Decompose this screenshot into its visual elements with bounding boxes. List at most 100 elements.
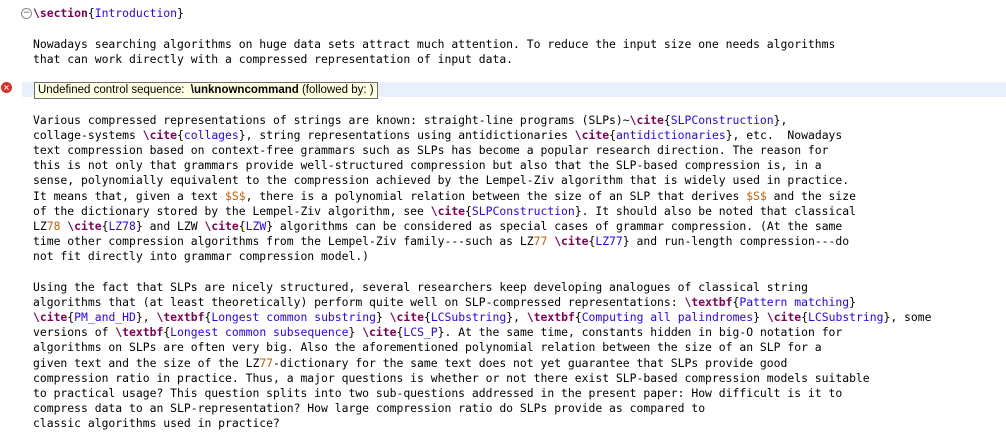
- latex-command: \cite: [204, 218, 239, 233]
- latex-argument: SLPConstruction: [471, 203, 575, 218]
- latex-command: \cite: [629, 113, 664, 127]
- error-message-prefix: Undefined control sequence:: [38, 84, 191, 96]
- latex-argument: LZ77: [595, 233, 623, 248]
- plain-text: ,: [780, 113, 788, 127]
- plain-text: versions of: [33, 325, 116, 340]
- plain-text: ,: [513, 310, 527, 325]
- latex-argument: LZW: [245, 218, 267, 233]
- latex-argument: Longest common subsequence: [170, 325, 349, 340]
- section-title: Introduction: [94, 6, 178, 20]
- text-line[interactable]: given text and the size of the LZ77-dict…: [33, 356, 787, 371]
- latex-argument: Computing all palindromes: [581, 310, 754, 325]
- latex-command: \cite: [766, 310, 802, 325]
- plain-text: time other compression algorithms from t…: [33, 233, 534, 248]
- text-line[interactable]: to practical usage? This question splits…: [33, 386, 842, 401]
- plain-text: of the dictionary stored by the Lempel-Z…: [33, 203, 431, 218]
- plain-text: It means that, given a text: [33, 188, 226, 203]
- latex-command: \cite: [67, 218, 102, 233]
- latex-argument: Longest common substring: [211, 310, 376, 325]
- latex-command: \cite: [142, 128, 178, 143]
- plain-text: sense, polynomially equivalent to the co…: [33, 173, 850, 188]
- plain-text: to practical usage? This question splits…: [33, 385, 843, 400]
- latex-argument: PM_and_HD: [74, 310, 136, 325]
- plain-text: given text and the size of the LZ: [33, 355, 260, 370]
- plain-text: and the size: [766, 188, 856, 203]
- latex-argument: LCSubstring: [430, 310, 507, 325]
- plain-text: compression ratio in practice. Thus, a m…: [33, 370, 870, 385]
- text-line[interactable]: not fit directly into grammar compressio…: [33, 249, 369, 264]
- text-line[interactable]: It means that, given a text $S$, there i…: [33, 189, 856, 204]
- text-line[interactable]: sense, polynomially equivalent to the co…: [33, 173, 849, 188]
- math-text: $S$: [225, 188, 246, 203]
- text-line[interactable]: collage-systems \cite{collages}, string …: [33, 128, 842, 143]
- latex-command: \textbf: [684, 295, 733, 310]
- text-line[interactable]: Nowadays searching algorithms on huge da…: [33, 37, 835, 52]
- latex-argument: collages: [183, 128, 239, 143]
- latex-command: \cite: [389, 310, 424, 325]
- latex-argument: LCS_P: [403, 325, 438, 340]
- plain-text: Various compressed representations of st…: [33, 113, 630, 127]
- plain-text: not fit directly into grammar compressio…: [33, 248, 370, 263]
- editor-gutter: [0, 0, 22, 438]
- plain-text: , there is a polynomial relation between…: [245, 188, 747, 203]
- error-tooltip: Undefined control sequence: \unknowncomm…: [34, 82, 378, 99]
- plain-text: and run-length compression---do: [629, 233, 850, 248]
- text-line[interactable]: that can work directly with a compressed…: [33, 52, 513, 67]
- text-line[interactable]: algorithms that (at least theoretically)…: [33, 295, 856, 310]
- plain-text: [383, 310, 390, 324]
- plain-text: collage-systems: [33, 128, 143, 143]
- text-line[interactable]: \cite{PM_and_HD}, \textbf{Longest common…: [33, 310, 931, 325]
- plain-text: , string representations using antidicti…: [245, 128, 575, 143]
- plain-text: ,: [142, 310, 157, 325]
- plain-text: [760, 310, 767, 324]
- text-line[interactable]: time other compression algorithms from t…: [33, 234, 849, 249]
- latex-command: \cite: [362, 325, 397, 340]
- math-text: 77: [259, 355, 274, 370]
- plain-text: text compression based on context-free g…: [33, 143, 829, 158]
- latex-command: \cite: [554, 233, 589, 248]
- latex-command: \cite: [430, 203, 466, 218]
- error-message-suffix: (followed by: ): [298, 84, 374, 96]
- text-line[interactable]: text compression based on context-free g…: [33, 143, 829, 158]
- math-text: 78: [46, 218, 61, 233]
- latex-command: \textbf: [526, 310, 575, 325]
- text-line[interactable]: classic algorithms used in practice?: [33, 416, 280, 431]
- latex-argument: SLPConstruction: [670, 113, 774, 127]
- plain-text: and LZW: [142, 218, 205, 233]
- plain-text: LZ: [33, 218, 47, 233]
- text-line[interactable]: this is not only that grammars provide w…: [33, 158, 822, 173]
- section-line[interactable]: \section{Introduction}: [33, 6, 184, 21]
- latex-command: \cite: [33, 310, 68, 325]
- section-command: \section: [33, 6, 88, 20]
- plain-text: classic algorithms used in practice?: [33, 415, 280, 430]
- math-text: $S$: [746, 188, 767, 203]
- latex-editor[interactable]: − × \section{Introduction} Nowadays sear…: [0, 0, 1006, 438]
- latex-argument: Pattern matching: [739, 295, 850, 310]
- text-line[interactable]: compression ratio in practice. Thus, a m…: [33, 371, 870, 386]
- plain-text: , etc. Nowadays: [732, 128, 843, 143]
- latex-argument: antidictionaries: [615, 128, 726, 143]
- text-line[interactable]: versions of \textbf{Longest common subse…: [33, 325, 842, 340]
- plain-text: compress data to an SLP-representation? …: [33, 400, 706, 415]
- plain-text: this is not only that grammars provide w…: [33, 158, 822, 173]
- latex-command: \cite: [574, 128, 610, 143]
- plain-text: algorithms on SLPs are often very big. A…: [33, 340, 822, 355]
- latex-argument: LZ78: [108, 218, 136, 233]
- plain-text: Using the fact that SLPs are nicely stru…: [33, 280, 808, 294]
- text-line[interactable]: Using the fact that SLPs are nicely stru…: [33, 280, 808, 295]
- plain-text: algorithms that (at least theoretically)…: [33, 295, 685, 310]
- latex-command: \textbf: [115, 325, 164, 340]
- text-line[interactable]: Various compressed representations of st…: [33, 113, 787, 128]
- latex-argument: LCSubstring: [808, 310, 884, 325]
- text-line[interactable]: LZ78 \cite{LZ78} and LZW \cite{LZW} algo…: [33, 219, 842, 234]
- plain-text: -dictionary for the same text does not y…: [273, 355, 788, 370]
- plain-text: algorithms can be considered as special …: [273, 218, 843, 233]
- plain-text: , some: [890, 310, 932, 325]
- text-line[interactable]: of the dictionary stored by the Lempel-Z…: [33, 204, 856, 219]
- collapse-icon[interactable]: −: [21, 8, 32, 19]
- text-line[interactable]: algorithms on SLPs are often very big. A…: [33, 340, 822, 355]
- latex-command: \textbf: [156, 310, 205, 325]
- math-text: 77: [533, 233, 548, 248]
- error-icon[interactable]: ×: [1, 82, 12, 93]
- text-line[interactable]: compress data to an SLP-representation? …: [33, 401, 705, 416]
